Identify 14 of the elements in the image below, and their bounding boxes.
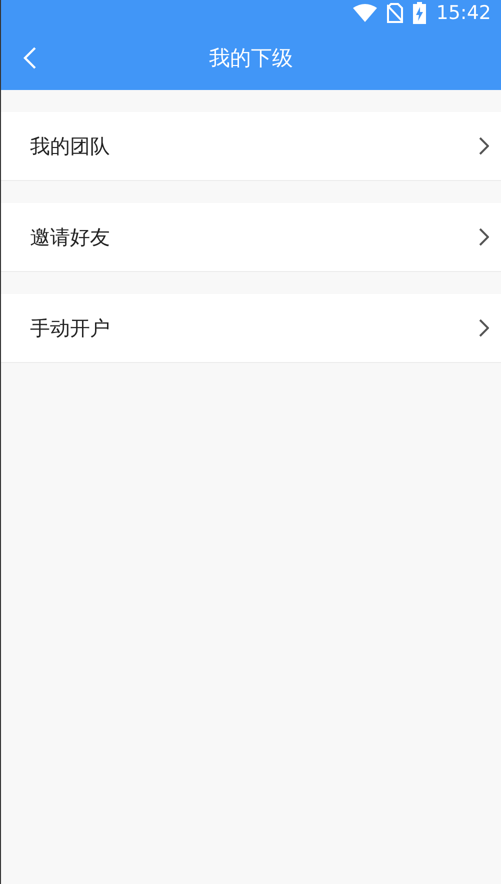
menu-item-label: 邀请好友 — [30, 224, 110, 250]
menu-item[interactable]: 我的团队 — [1, 112, 501, 181]
no-sim-icon — [387, 3, 404, 23]
chevron-right-icon — [479, 228, 489, 246]
page-title: 我的下级 — [209, 45, 293, 72]
chevron-right-icon — [479, 319, 489, 337]
status-time: 15:42 — [436, 2, 491, 24]
chevron-right-icon — [479, 137, 489, 155]
back-icon[interactable] — [23, 46, 37, 70]
wifi-icon — [353, 4, 378, 22]
menu-item[interactable]: 手动开户 — [1, 294, 501, 363]
menu-item[interactable]: 邀请好友 — [1, 203, 501, 272]
menu-item-label: 我的团队 — [30, 132, 110, 160]
menu-item-label: 手动开户 — [30, 314, 110, 342]
